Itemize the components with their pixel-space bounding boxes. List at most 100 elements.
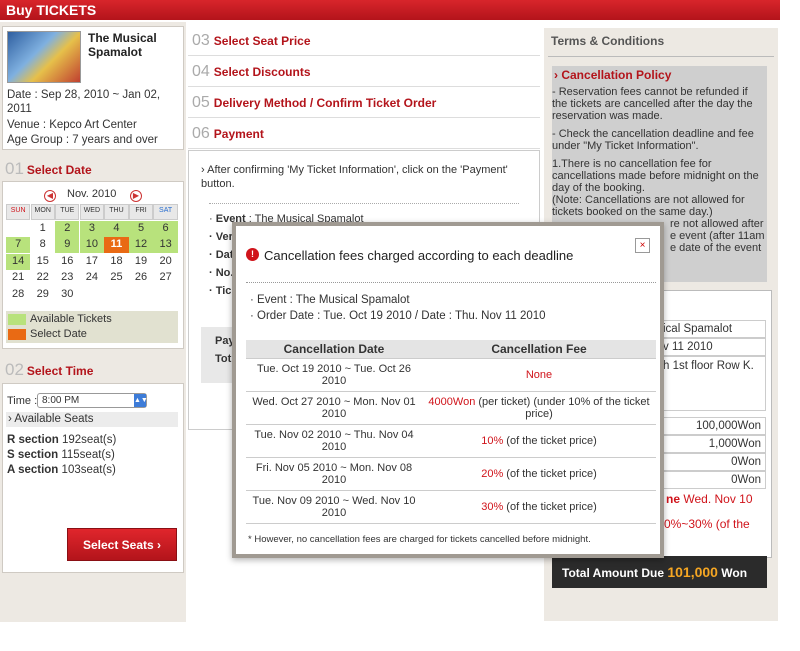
calendar-day: 25: [110, 271, 123, 283]
summary-amount-4: 0Won: [658, 471, 766, 489]
table-row: Fri. Nov 05 2010 ~ Mon. Nov 08 2010 20% (…: [246, 457, 656, 491]
select-time-heading: 02 Select Time: [5, 360, 94, 379]
show-age: Age Group : 7 years and over: [7, 134, 158, 146]
show-title: The Musical Spamalot: [88, 31, 157, 59]
dropdown-arrow-icon: ▲▼: [134, 394, 148, 407]
cancellation-fee-modal: ! Cancellation fees charged according to…: [232, 222, 664, 558]
modal-note: * However, no cancellation fees are char…: [248, 534, 591, 545]
calendar-empty: [104, 287, 128, 303]
modal-event: · Event : The Musical Spamalot: [250, 294, 410, 306]
weekday-header: TUE: [55, 204, 80, 220]
calendar-day: 30: [61, 287, 74, 300]
payment-instruction: › After confirming 'My Ticket Informatio…: [201, 164, 508, 190]
step-seat-price[interactable]: 03 Select Seat Price: [188, 26, 540, 56]
summary-warning-1: ne Wed. Nov 10: [666, 492, 753, 506]
weekday-header: MON: [30, 204, 55, 220]
calendar-day[interactable]: 3: [79, 220, 105, 237]
calendar-day[interactable]: 12: [128, 237, 154, 253]
calendar-day: 18: [110, 254, 123, 267]
select-date-heading: 01 Select Date: [5, 159, 92, 178]
legend-selected: Select Date: [30, 328, 87, 340]
weekday-header: WED: [79, 204, 105, 220]
summary-event: ical Spamalot: [658, 320, 766, 338]
legend-available: Available Tickets: [30, 313, 112, 325]
calendar-day[interactable]: 2: [55, 220, 80, 237]
summary-date: v 11 2010: [658, 338, 766, 356]
calendar-day: 24: [85, 271, 98, 283]
weekday-header: SAT: [153, 204, 178, 220]
calendar-grid: SUN MON TUE WED THU FRI SAT 1 2 3 4 5 6 7 8 9 10 11 12 13 14…: [6, 204, 178, 303]
calendar-day: 26: [134, 271, 148, 283]
available-swatch: [8, 313, 26, 325]
calendar-day: 22: [36, 271, 49, 283]
cancellation-fee-table: Cancellation Date Cancellation Fee Tue. O…: [246, 340, 656, 524]
calendar-month: Nov. 2010: [67, 188, 117, 200]
calendar-day[interactable]: 10: [79, 237, 105, 253]
calendar-day[interactable]: 14: [6, 253, 31, 270]
time-value: 8:00 PM: [42, 395, 80, 406]
col-header-fee: Cancellation Fee: [422, 340, 656, 359]
calendar-day[interactable]: 9: [55, 237, 80, 253]
calendar-empty: [80, 287, 104, 303]
summary-warning-2: 0%~30% (of the: [664, 517, 750, 531]
show-date: Date : Sep 28, 2010 ~ Jan 02, 2011: [7, 89, 161, 115]
summary-amount-3: 0Won: [658, 453, 766, 471]
payment-row-dat: · Dat: [209, 249, 234, 261]
calendar-day: 23: [61, 271, 74, 283]
calendar-empty: [129, 287, 153, 303]
time-select[interactable]: 8:00 PM ▲▼: [37, 393, 148, 408]
time-label: Time :: [7, 395, 38, 407]
calendar-day[interactable]: 4: [104, 220, 129, 237]
select-seats-button[interactable]: Select Seats ›: [67, 528, 177, 561]
calendar-day: 17: [85, 254, 98, 267]
calendar-legend: Available Tickets Select Date: [6, 311, 178, 343]
calendar-day[interactable]: 13: [153, 237, 178, 253]
calendar-day: 27: [159, 271, 172, 283]
total-value: 101,000: [667, 564, 718, 580]
weekday-header: THU: [104, 204, 129, 220]
calendar-day: 21: [12, 271, 25, 283]
cancellation-policy-heading: › Cancellation Policy: [554, 68, 672, 82]
prev-month-icon[interactable]: ◀: [44, 190, 56, 202]
step-payment[interactable]: 06 Payment: [188, 119, 540, 149]
modal-title: Cancellation fees charged according to e…: [264, 248, 574, 263]
weekday-header: SUN: [6, 204, 31, 220]
terms-heading: Terms & Conditions: [551, 34, 665, 48]
payment-row-no: · No.: [209, 267, 234, 279]
header-bar: Buy TICKETS: [0, 0, 780, 20]
calendar-day: 15: [36, 254, 49, 267]
show-venue: Venue : Kepco Art Center: [7, 119, 137, 131]
weekday-header: FRI: [128, 204, 154, 220]
calendar-empty: [153, 287, 177, 303]
table-row: Tue. Oct 19 2010 ~ Tue. Oct 26 2010 None: [246, 358, 656, 392]
table-row: Wed. Oct 27 2010 ~ Mon. Nov 01 2010 4000W…: [246, 391, 656, 425]
summary-seat: h 1st floor Row K.: [658, 356, 766, 411]
summary-amount-2: 1,000Won: [658, 435, 766, 453]
step-delivery[interactable]: 05 Delivery Method / Confirm Ticket Order: [188, 88, 540, 118]
table-row: Tue. Nov 02 2010 ~ Thu. Nov 04 2010 10% (…: [246, 424, 656, 458]
payment-row-ver: · Ver: [209, 231, 233, 243]
calendar-day: 28: [12, 287, 25, 300]
calendar-day: 1: [39, 221, 46, 234]
seat-row-r: R section 192seat(s): [7, 434, 117, 446]
close-icon[interactable]: ×: [635, 238, 650, 253]
calendar-day: 16: [61, 254, 74, 267]
col-header-date: Cancellation Date: [246, 340, 422, 359]
next-month-icon[interactable]: ▶: [130, 190, 142, 202]
step-discounts[interactable]: 04 Select Discounts: [188, 57, 540, 87]
show-poster: [7, 31, 81, 83]
calendar-day[interactable]: 7: [6, 237, 31, 253]
seat-row-a: A section 103seat(s): [7, 464, 116, 476]
calendar-day[interactable]: 11: [104, 237, 129, 253]
calendar-empty: [6, 221, 30, 237]
calendar-day[interactable]: 6: [153, 220, 178, 237]
available-seats-heading: › Available Seats: [6, 412, 178, 427]
table-row: Tue. Nov 09 2010 ~ Wed. Nov 10 2010 30% (…: [246, 490, 656, 524]
calendar-day[interactable]: 5: [128, 220, 154, 237]
calendar-day: 20: [159, 254, 172, 267]
page-title: Buy TICKETS: [6, 2, 97, 18]
selected-swatch: [8, 328, 26, 340]
calendar-day: 29: [36, 287, 49, 300]
payment-row-tic: · Tic: [209, 285, 232, 297]
alert-icon: !: [246, 248, 259, 261]
